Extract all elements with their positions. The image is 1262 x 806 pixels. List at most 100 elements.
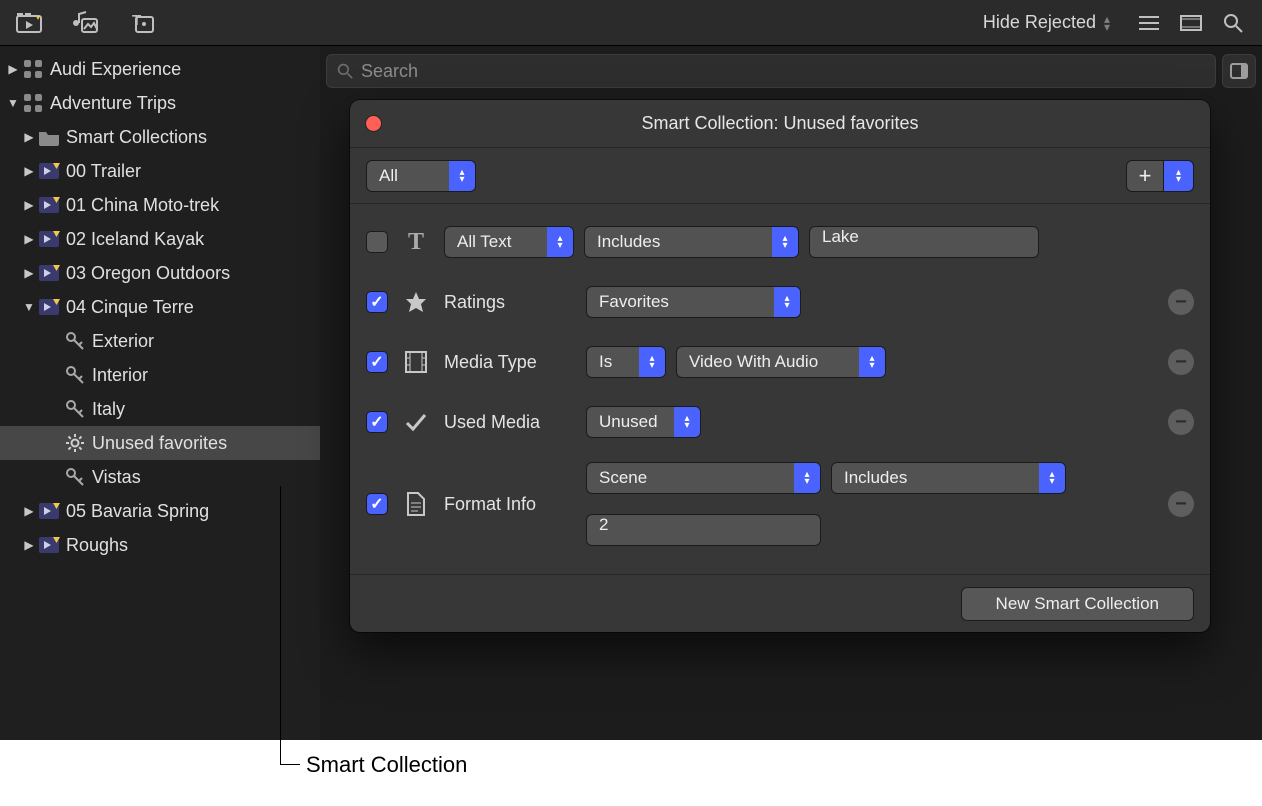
rule-value-input[interactable]: 2 <box>586 514 821 546</box>
library-sidebar: Audi Experience Adventure Trips Smart Coll… <box>0 46 320 740</box>
grid-icon <box>20 59 46 79</box>
event-icon <box>36 298 62 316</box>
sidebar-item[interactable]: Vistas <box>0 460 320 494</box>
criteria-row: Used Media Unused <box>366 392 1194 452</box>
sidebar-item[interactable]: 04 Cinque Terre <box>0 290 320 324</box>
match-mode-select[interactable]: All <box>366 160 476 192</box>
event-icon <box>36 230 62 248</box>
rule-value-input[interactable]: Lake <box>809 226 1039 258</box>
sidebar-item[interactable]: Exterior <box>0 324 320 358</box>
callout-label: Smart Collection <box>306 752 467 778</box>
import-media-icon[interactable] <box>12 6 46 40</box>
rule-enable-checkbox[interactable] <box>366 291 388 313</box>
remove-rule-button[interactable] <box>1168 409 1194 435</box>
rule-operator-select[interactable]: Favorites <box>586 286 801 318</box>
disclosure-triangle-icon[interactable] <box>22 300 36 314</box>
select-caret-icon <box>774 287 800 317</box>
select-caret-icon <box>1039 463 1065 493</box>
sidebar-item[interactable]: 03 Oregon Outdoors <box>0 256 320 290</box>
panel-titlebar[interactable]: Smart Collection: Unused favorites <box>350 100 1210 148</box>
criteria-row: Format Info Scene Includes 2 <box>366 452 1194 556</box>
search-icon[interactable] <box>1216 6 1250 40</box>
sidebar-item[interactable]: 01 China Moto-trek <box>0 188 320 222</box>
grid-icon <box>20 93 46 113</box>
select-caret-icon <box>794 463 820 493</box>
add-rule-button[interactable]: + <box>1126 160 1164 192</box>
sidebar-item-label: Interior <box>92 365 148 386</box>
rule-label: Used Media <box>444 412 572 433</box>
rule-field-select-value: All Text <box>445 232 547 252</box>
rule-enable-checkbox[interactable] <box>366 351 388 373</box>
magnifier-icon <box>337 63 353 79</box>
rule-enable-checkbox[interactable] <box>366 231 388 253</box>
close-button[interactable] <box>366 116 381 131</box>
disclosure-triangle-icon[interactable] <box>22 504 36 518</box>
smart-collection-filter-panel: Smart Collection: Unused favorites All +… <box>350 100 1210 632</box>
disclosure-triangle-icon[interactable] <box>22 538 36 552</box>
rule-value-select[interactable]: Video With Audio <box>676 346 886 378</box>
rule-value-select-value: Video With Audio <box>677 352 859 372</box>
disclosure-triangle-icon[interactable] <box>22 198 36 212</box>
sidebar-item[interactable]: Adventure Trips <box>0 86 320 120</box>
add-rule-menu-button[interactable] <box>1164 160 1194 192</box>
rule-label: Format Info <box>444 494 572 515</box>
music-photos-icon[interactable] <box>68 6 102 40</box>
sidebar-item-label: 03 Oregon Outdoors <box>66 263 230 284</box>
rule-operator-select-value: Favorites <box>587 292 774 312</box>
rule-type-icon <box>402 492 430 516</box>
rule-operator-select[interactable]: Unused <box>586 406 701 438</box>
sidebar-item-label: 02 Iceland Kayak <box>66 229 204 250</box>
search-bar-row: Search <box>320 46 1262 90</box>
sidebar-item-label: 05 Bavaria Spring <box>66 501 209 522</box>
sidebar-item[interactable]: 00 Trailer <box>0 154 320 188</box>
sidebar-item[interactable]: Interior <box>0 358 320 392</box>
rule-enable-checkbox[interactable] <box>366 493 388 515</box>
remove-rule-button[interactable] <box>1168 349 1194 375</box>
rule-value-select[interactable]: Includes <box>831 462 1066 494</box>
new-smart-collection-button[interactable]: New Smart Collection <box>961 587 1194 621</box>
sidebar-item-label: Roughs <box>66 535 128 556</box>
search-input[interactable]: Search <box>326 54 1216 88</box>
panel-footer: New Smart Collection <box>350 574 1210 632</box>
sidebar-item-label: Audi Experience <box>50 59 181 80</box>
sidebar-item[interactable]: Roughs <box>0 528 320 562</box>
rule-type-icon <box>402 290 430 314</box>
event-icon <box>36 162 62 180</box>
rule-operator-select[interactable]: Includes <box>584 226 799 258</box>
titles-generators-icon[interactable]: T <box>124 6 158 40</box>
remove-rule-button[interactable] <box>1168 289 1194 315</box>
sidebar-item[interactable]: Audi Experience <box>0 52 320 86</box>
rule-operator-select-value: Unused <box>587 412 674 432</box>
rule-field-select[interactable]: All Text <box>444 226 574 258</box>
toggle-filter-hud-button[interactable] <box>1222 54 1256 88</box>
rule-operator-select-value: Includes <box>585 232 772 252</box>
filmstrip-view-icon[interactable] <box>1174 6 1208 40</box>
sidebar-item[interactable]: Smart Collections <box>0 120 320 154</box>
sidebar-item[interactable]: 02 Iceland Kayak <box>0 222 320 256</box>
rule-operator-select[interactable]: Is <box>586 346 666 378</box>
remove-rule-button[interactable] <box>1168 491 1194 517</box>
disclosure-triangle-icon[interactable] <box>6 96 20 110</box>
disclosure-triangle-icon[interactable] <box>22 266 36 280</box>
list-view-icon[interactable] <box>1132 6 1166 40</box>
event-icon <box>36 264 62 282</box>
disclosure-triangle-icon[interactable] <box>22 232 36 246</box>
clip-filter-dropdown[interactable]: Hide Rejected <box>983 12 1110 33</box>
key-icon <box>62 331 88 351</box>
rule-enable-checkbox[interactable] <box>366 411 388 433</box>
sidebar-item[interactable]: 05 Bavaria Spring <box>0 494 320 528</box>
rule-operator-select[interactable]: Scene <box>586 462 821 494</box>
select-caret-icon <box>547 227 573 257</box>
dropdown-caret-icon <box>1104 15 1110 31</box>
rule-label: Media Type <box>444 352 572 373</box>
rule-operator-select-value: Scene <box>587 468 794 488</box>
disclosure-triangle-icon[interactable] <box>22 130 36 144</box>
criteria-row: RatingsFavorites <box>366 272 1194 332</box>
disclosure-triangle-icon[interactable] <box>22 164 36 178</box>
sidebar-item-label: 00 Trailer <box>66 161 141 182</box>
sidebar-item[interactable]: Unused favorites <box>0 426 320 460</box>
sidebar-item[interactable]: Italy <box>0 392 320 426</box>
sidebar-item-label: Adventure Trips <box>50 93 176 114</box>
footer-button-label: New Smart Collection <box>996 594 1159 614</box>
disclosure-triangle-icon[interactable] <box>6 62 20 76</box>
